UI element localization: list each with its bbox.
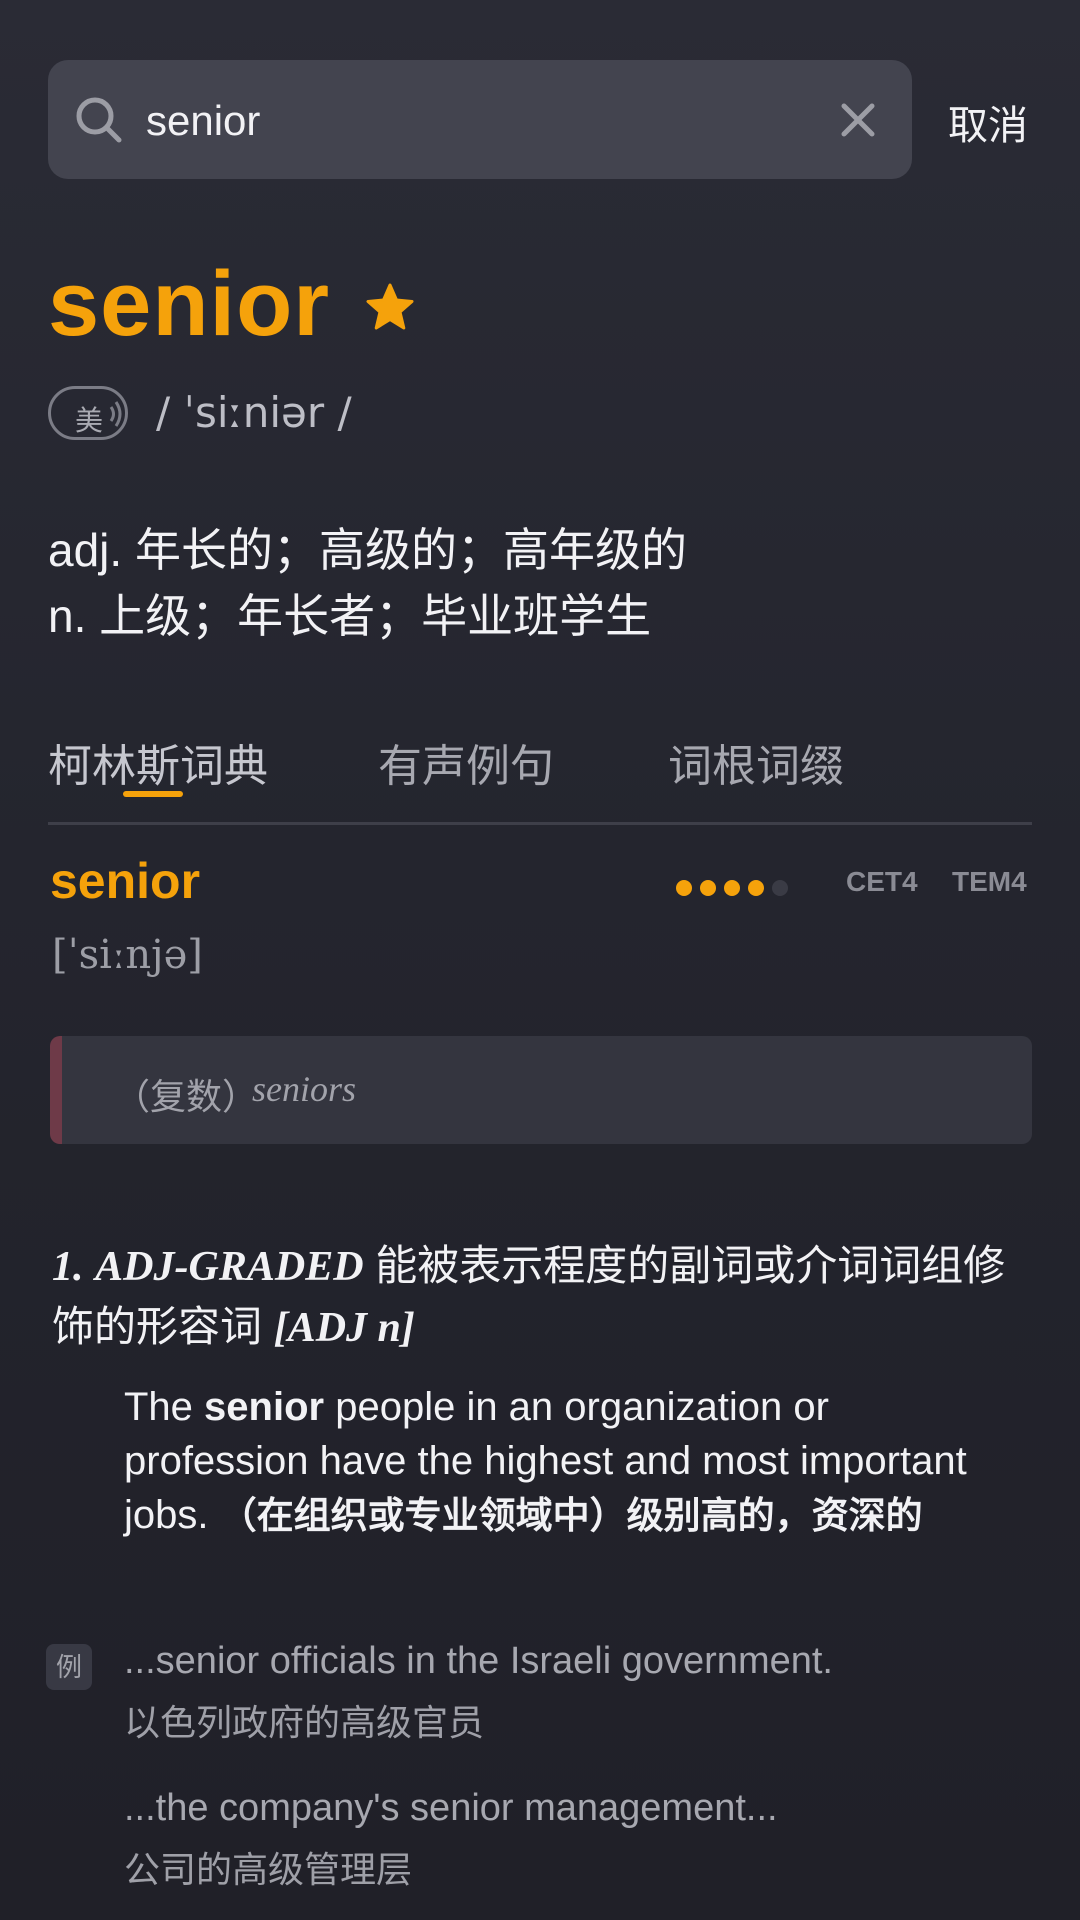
- search-icon: [76, 97, 122, 143]
- dictionary-tabs: 柯林斯词典 有声例句 词根词缀: [48, 730, 1032, 825]
- headword: senior: [48, 253, 331, 355]
- def-prefix: The: [124, 1385, 205, 1429]
- example-zh: 公司的高级管理层: [124, 1849, 413, 1890]
- frequency-dot: [724, 880, 740, 896]
- inflection-label: （复数）: [114, 1076, 259, 1117]
- sense-header: 1. ADJ-GRADED 能被表示程度的副词或介词词组修饰的形容词 [ADJ …: [52, 1236, 1032, 1358]
- level-badge: TEM4: [952, 866, 1027, 897]
- frequency-dot: [748, 880, 764, 896]
- search-input[interactable]: [144, 82, 788, 159]
- active-tab-indicator: [123, 791, 183, 797]
- example-tag: 例: [46, 1644, 92, 1690]
- sense-number: 1.: [52, 1244, 84, 1290]
- level-badge: CET4: [846, 866, 918, 897]
- definition-line: n. 上级；年长者；毕业班学生: [48, 590, 652, 642]
- example-en: ...senior officials in the Israeli gover…: [124, 1640, 833, 1682]
- sense-pattern: [ADJ n]: [273, 1305, 415, 1351]
- inflection-box: （复数） seniors: [50, 1036, 1032, 1144]
- entry-phonetic: [ˈsiːnjə]: [52, 932, 203, 978]
- tab-audio-examples[interactable]: 有声例句: [378, 730, 554, 794]
- phonetic: / ˈsiːniər /: [156, 388, 352, 437]
- frequency-dot: [772, 880, 788, 896]
- example-en: ...the company's senior management...: [124, 1787, 778, 1829]
- accent-label: 美: [75, 405, 104, 436]
- example-zh: 以色列政府的高级官员: [124, 1702, 485, 1743]
- frequency-dot: [700, 880, 716, 896]
- def-keyword: senior: [204, 1385, 325, 1429]
- search-bar[interactable]: [48, 60, 912, 179]
- tab-label: 柯林斯词典: [48, 742, 268, 791]
- definition-line: adj. 年长的；高级的；高年级的: [48, 524, 687, 576]
- frequency-dots: [676, 880, 796, 900]
- frequency-dot: [676, 880, 692, 896]
- star-icon[interactable]: [362, 280, 418, 336]
- inflection-word: seniors: [252, 1069, 357, 1109]
- entry-word: senior: [50, 853, 201, 909]
- tab-collins[interactable]: 柯林斯词典: [48, 730, 268, 797]
- pronunciation-audio-button[interactable]: 美: [48, 386, 128, 440]
- speaker-wave-icon: [109, 401, 122, 427]
- cancel-button[interactable]: 取消: [948, 93, 1028, 151]
- tab-word-roots[interactable]: 词根词缀: [668, 730, 844, 794]
- sense-pos: ADJ-GRADED: [95, 1244, 364, 1290]
- close-icon[interactable]: [836, 98, 880, 142]
- def-cn: （在组织或专业领域中）级别高的，资深的: [219, 1495, 923, 1536]
- sense-definition: The senior people in an organization or …: [124, 1380, 1024, 1543]
